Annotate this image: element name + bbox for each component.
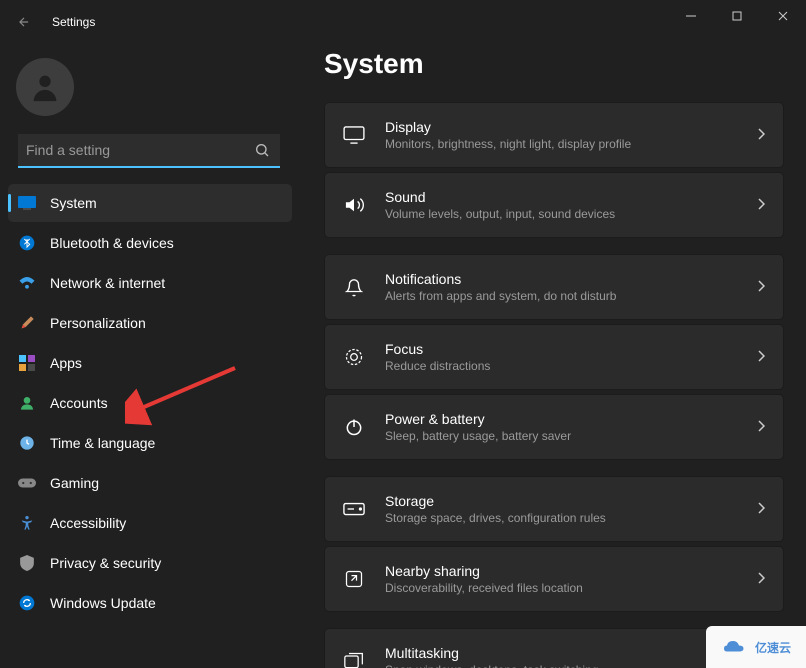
window-controls (668, 0, 806, 32)
title-bar: Settings (0, 0, 806, 44)
chevron-right-icon (757, 501, 765, 517)
card-display[interactable]: Display Monitors, brightness, night ligh… (324, 102, 784, 168)
chevron-right-icon (757, 571, 765, 587)
card-desc: Volume levels, output, input, sound devi… (385, 207, 757, 221)
sidebar-item-update[interactable]: Windows Update (8, 584, 292, 622)
card-desc: Monitors, brightness, night light, displ… (385, 137, 757, 151)
display-icon (343, 124, 365, 146)
shield-icon (18, 554, 36, 572)
sidebar-item-label: Personalization (50, 315, 146, 331)
search-input[interactable] (18, 134, 280, 168)
sidebar-item-label: System (50, 195, 97, 211)
settings-card-list: Display Monitors, brightness, night ligh… (324, 102, 784, 668)
watermark: 亿速云 (706, 626, 806, 668)
profile-section[interactable] (8, 54, 292, 134)
minimize-button[interactable] (668, 0, 714, 32)
sidebar-item-time[interactable]: Time & language (8, 424, 292, 462)
card-title: Storage (385, 493, 757, 509)
back-button[interactable] (14, 12, 34, 32)
sidebar-item-label: Accounts (50, 395, 108, 411)
card-title: Power & battery (385, 411, 757, 427)
maximize-button[interactable] (714, 0, 760, 32)
system-icon (18, 194, 36, 212)
gaming-icon (18, 474, 36, 492)
sidebar-item-accounts[interactable]: Accounts (8, 384, 292, 422)
multitask-icon (343, 650, 365, 668)
card-focus[interactable]: Focus Reduce distractions (324, 324, 784, 390)
share-icon (343, 568, 365, 590)
close-button[interactable] (760, 0, 806, 32)
wifi-icon (18, 274, 36, 292)
main-content: System Display Monitors, brightness, nig… (300, 44, 806, 668)
apps-icon (18, 354, 36, 372)
avatar (16, 58, 74, 116)
nav-list: System Bluetooth & devices Network & int… (8, 184, 292, 622)
card-desc: Sleep, battery usage, battery saver (385, 429, 757, 443)
card-title: Display (385, 119, 757, 135)
sidebar: System Bluetooth & devices Network & int… (0, 44, 300, 668)
sidebar-item-label: Windows Update (50, 595, 156, 611)
card-nearby[interactable]: Nearby sharing Discoverability, received… (324, 546, 784, 612)
search-icon (254, 142, 270, 161)
sidebar-item-label: Accessibility (50, 515, 126, 531)
bluetooth-icon (18, 234, 36, 252)
search-container (18, 134, 280, 168)
power-icon (343, 416, 365, 438)
sidebar-item-bluetooth[interactable]: Bluetooth & devices (8, 224, 292, 262)
sidebar-item-label: Privacy & security (50, 555, 161, 571)
card-sound[interactable]: Sound Volume levels, output, input, soun… (324, 172, 784, 238)
sidebar-item-label: Network & internet (50, 275, 165, 291)
chevron-right-icon (757, 279, 765, 295)
brush-icon (18, 314, 36, 332)
sound-icon (343, 194, 365, 216)
sidebar-item-label: Apps (50, 355, 82, 371)
window-title: Settings (52, 15, 95, 29)
sidebar-item-system[interactable]: System (8, 184, 292, 222)
card-notifications[interactable]: Notifications Alerts from apps and syste… (324, 254, 784, 320)
card-desc: Alerts from apps and system, do not dist… (385, 289, 757, 303)
card-desc: Snap windows, desktops, task switching (385, 663, 757, 668)
update-icon (18, 594, 36, 612)
card-desc: Discoverability, received files location (385, 581, 757, 595)
sidebar-item-label: Bluetooth & devices (50, 235, 174, 251)
bell-icon (343, 276, 365, 298)
card-title: Sound (385, 189, 757, 205)
card-power[interactable]: Power & battery Sleep, battery usage, ba… (324, 394, 784, 460)
card-title: Focus (385, 341, 757, 357)
sidebar-item-label: Time & language (50, 435, 155, 451)
sidebar-item-apps[interactable]: Apps (8, 344, 292, 382)
card-storage[interactable]: Storage Storage space, drives, configura… (324, 476, 784, 542)
sidebar-item-gaming[interactable]: Gaming (8, 464, 292, 502)
sidebar-item-personalization[interactable]: Personalization (8, 304, 292, 342)
page-title: System (324, 48, 784, 80)
clock-icon (18, 434, 36, 452)
card-title: Notifications (385, 271, 757, 287)
card-title: Multitasking (385, 645, 757, 661)
sidebar-item-label: Gaming (50, 475, 99, 491)
chevron-right-icon (757, 127, 765, 143)
card-title: Nearby sharing (385, 563, 757, 579)
sidebar-item-privacy[interactable]: Privacy & security (8, 544, 292, 582)
sidebar-item-accessibility[interactable]: Accessibility (8, 504, 292, 542)
card-desc: Reduce distractions (385, 359, 757, 373)
accessibility-icon (18, 514, 36, 532)
person-icon (18, 394, 36, 412)
chevron-right-icon (757, 419, 765, 435)
focus-icon (343, 346, 365, 368)
chevron-right-icon (757, 197, 765, 213)
watermark-text: 亿速云 (755, 639, 791, 656)
card-desc: Storage space, drives, configuration rul… (385, 511, 757, 525)
chevron-right-icon (757, 349, 765, 365)
storage-icon (343, 498, 365, 520)
sidebar-item-network[interactable]: Network & internet (8, 264, 292, 302)
